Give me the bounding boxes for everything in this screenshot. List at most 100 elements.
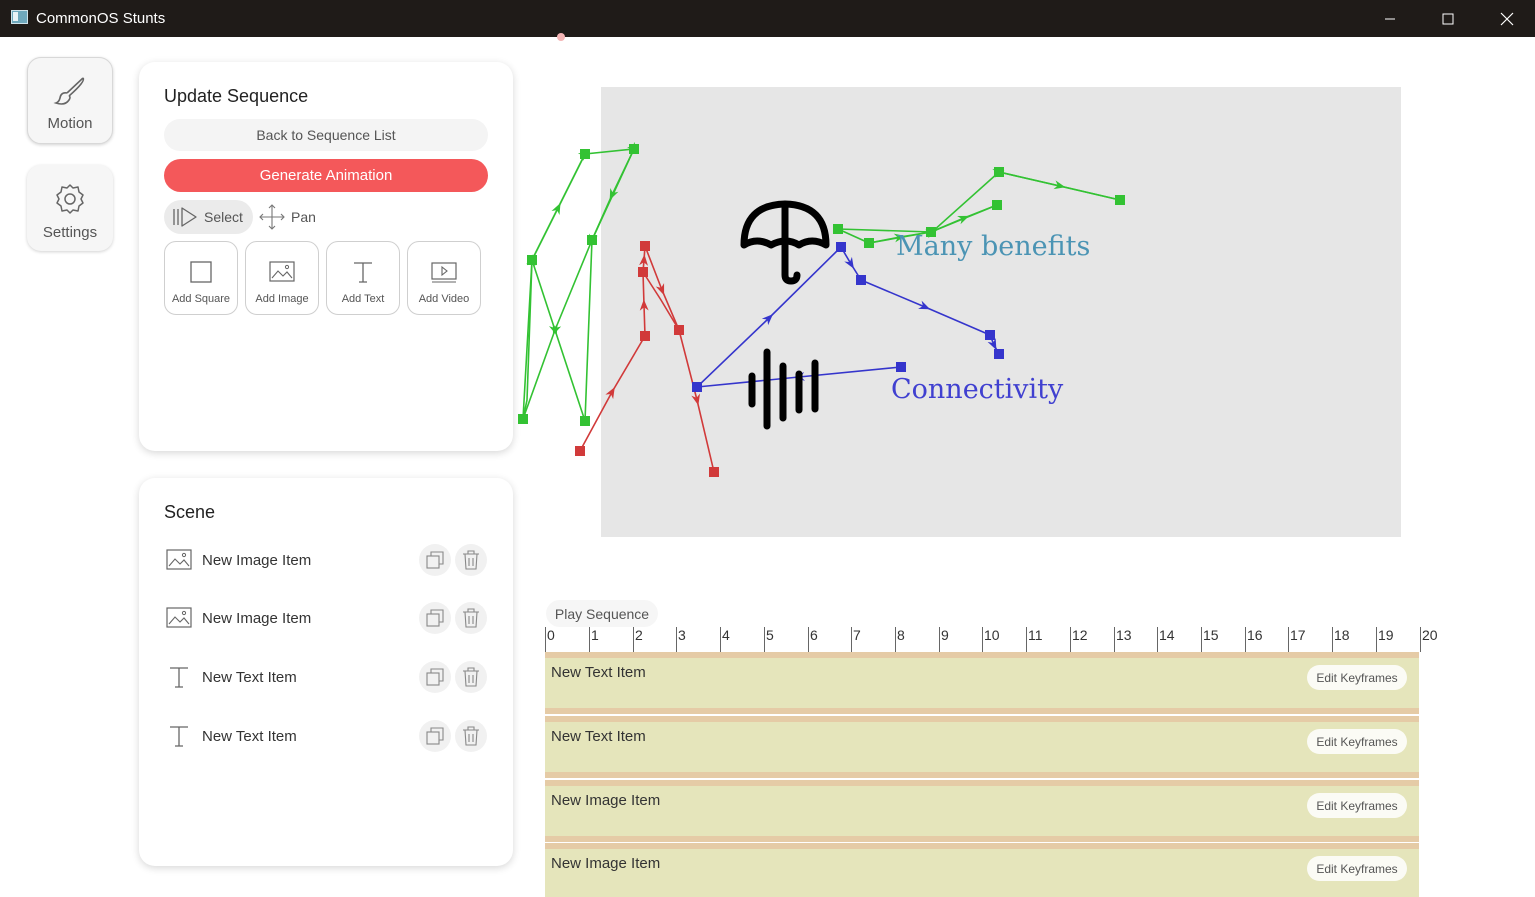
minimize-button[interactable] xyxy=(1367,0,1413,37)
copy-icon xyxy=(426,668,444,686)
close-button[interactable] xyxy=(1484,0,1530,37)
motion-button[interactable]: Motion xyxy=(27,57,113,144)
delete-button[interactable] xyxy=(455,661,487,693)
add-image-button[interactable]: Add Image xyxy=(245,241,319,315)
window-title: CommonOS Stunts xyxy=(36,10,166,27)
ruler-tick: 13 xyxy=(1114,627,1132,652)
close-icon xyxy=(1500,12,1514,25)
maximize-button[interactable] xyxy=(1425,0,1471,37)
ruler-tick: 4 xyxy=(720,627,730,652)
text-icon xyxy=(164,662,194,692)
ruler-tick: 7 xyxy=(851,627,861,652)
add-video-button[interactable]: Add Video xyxy=(407,241,481,315)
ruler-tick: 0 xyxy=(545,627,555,652)
edit-keyframes-button[interactable]: Edit Keyframes xyxy=(1307,729,1407,754)
add-square-button[interactable]: Add Square xyxy=(164,241,238,315)
ruler-tick: 17 xyxy=(1288,627,1306,652)
app-icon xyxy=(11,10,28,24)
ruler-tick: 14 xyxy=(1157,627,1175,652)
ruler-tick: 16 xyxy=(1245,627,1263,652)
ruler-tick: 6 xyxy=(808,627,818,652)
scene-item-label: New Text Item xyxy=(202,668,297,686)
image-icon xyxy=(164,545,194,575)
back-to-sequence-list-button[interactable]: Back to Sequence List xyxy=(164,119,488,151)
timeline-track[interactable]: New Text Item Edit Keyframes xyxy=(545,652,1419,714)
copy-icon xyxy=(426,609,444,627)
duplicate-button[interactable] xyxy=(419,720,451,752)
ruler-tick: 10 xyxy=(982,627,1000,652)
timeline-track[interactable]: New Image Item Edit Keyframes xyxy=(545,780,1419,842)
edit-keyframes-button[interactable]: Edit Keyframes xyxy=(1307,793,1407,818)
track-label: New Image Item xyxy=(551,792,661,809)
pan-label: Pan xyxy=(291,209,316,225)
add-text-button[interactable]: Add Text xyxy=(326,241,400,315)
track-label: New Image Item xyxy=(551,855,661,872)
image-icon xyxy=(164,603,194,633)
update-sequence-panel: Update Sequence Back to Sequence List Ge… xyxy=(139,62,513,451)
add-square-label: Add Square xyxy=(171,293,231,305)
delete-button[interactable] xyxy=(455,720,487,752)
scene-item[interactable]: New Text Item xyxy=(164,716,489,756)
brush-icon xyxy=(53,77,85,105)
scene-item-label: New Image Item xyxy=(202,551,312,569)
ruler-tick: 5 xyxy=(764,627,774,652)
timeline-track[interactable]: New Image Item Edit Keyframes xyxy=(545,843,1419,897)
add-video-label: Add Video xyxy=(418,293,470,305)
trash-icon xyxy=(463,550,479,570)
motion-label: Motion xyxy=(47,115,93,132)
track-label: New Text Item xyxy=(551,664,646,681)
text-icon xyxy=(164,721,194,751)
ruler-tick: 19 xyxy=(1376,627,1394,652)
duplicate-button[interactable] xyxy=(419,602,451,634)
panel-title: Update Sequence xyxy=(164,86,309,106)
timeline-track[interactable]: New Text Item Edit Keyframes xyxy=(545,716,1419,778)
canvas-text-item[interactable]: Connectivity xyxy=(891,374,1064,405)
settings-button[interactable]: Settings xyxy=(27,165,113,251)
move-icon xyxy=(259,204,285,230)
track-label: New Text Item xyxy=(551,728,646,745)
add-image-label: Add Image xyxy=(255,293,309,305)
ruler-tick: 8 xyxy=(895,627,905,652)
scene-item-label: New Text Item xyxy=(202,727,297,745)
timeline-ruler[interactable]: 0 1 2 3 4 5 6 7 8 9 10 11 12 13 14 15 16… xyxy=(545,627,1438,653)
pan-tool[interactable]: Pan xyxy=(257,200,327,234)
ruler-tick: 2 xyxy=(633,627,643,652)
canvas-dot xyxy=(557,33,565,41)
ruler-tick: 15 xyxy=(1201,627,1219,652)
ruler-tick: 12 xyxy=(1070,627,1088,652)
square-icon xyxy=(190,261,212,283)
settings-label: Settings xyxy=(42,224,98,241)
delete-button[interactable] xyxy=(455,602,487,634)
trash-icon xyxy=(463,667,479,687)
scene-title: Scene xyxy=(164,502,216,522)
text-icon xyxy=(354,262,372,283)
copy-icon xyxy=(426,727,444,745)
video-icon xyxy=(431,262,457,283)
maximize-icon xyxy=(1442,13,1454,24)
duplicate-button[interactable] xyxy=(419,544,451,576)
scene-item-label: New Image Item xyxy=(202,609,312,627)
minimize-icon xyxy=(1385,18,1395,19)
scene-item[interactable]: New Text Item xyxy=(164,657,489,697)
canvas-text-item[interactable]: Many benefits xyxy=(896,231,1090,262)
ruler-tick: 18 xyxy=(1332,627,1350,652)
duplicate-button[interactable] xyxy=(419,661,451,693)
trash-icon xyxy=(463,608,479,628)
scene-item[interactable]: New Image Item xyxy=(164,540,489,580)
delete-button[interactable] xyxy=(455,544,487,576)
gear-icon xyxy=(56,184,84,214)
add-text-label: Add Text xyxy=(341,293,385,305)
trash-icon xyxy=(463,726,479,746)
canvas-artboard[interactable] xyxy=(601,87,1401,537)
ruler-tick: 3 xyxy=(676,627,686,652)
image-icon xyxy=(269,261,295,282)
ruler-tick: 20 xyxy=(1420,627,1438,652)
select-tool[interactable]: Select xyxy=(164,200,253,234)
edit-keyframes-button[interactable]: Edit Keyframes xyxy=(1307,856,1407,881)
scene-item[interactable]: New Image Item xyxy=(164,598,489,638)
edit-keyframes-button[interactable]: Edit Keyframes xyxy=(1307,665,1407,690)
select-label: Select xyxy=(204,209,243,225)
scene-panel: Scene New Image Item New Image Item New … xyxy=(139,478,513,866)
play-sequence-button[interactable]: Play Sequence xyxy=(546,600,658,627)
generate-animation-button[interactable]: Generate Animation xyxy=(164,159,488,192)
